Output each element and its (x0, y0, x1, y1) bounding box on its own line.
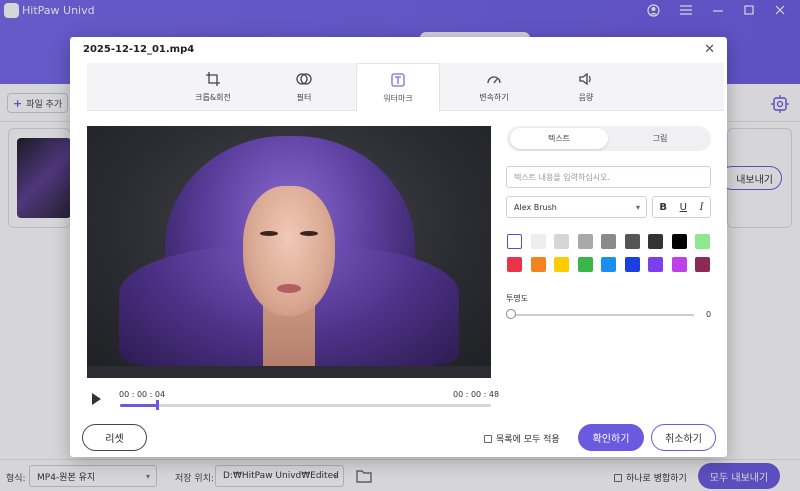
underline-button[interactable]: U (680, 202, 687, 213)
watermark-mode-toggle: 텍스트 그림 (507, 126, 711, 151)
filter-icon (296, 73, 312, 85)
text-format-group: B U I (652, 196, 711, 218)
color-swatch[interactable] (554, 234, 569, 249)
tab-watermark[interactable]: 워터마크 (356, 63, 440, 112)
video-frame-face (243, 186, 335, 316)
color-swatch[interactable] (695, 234, 710, 249)
video-frame-lips (277, 284, 301, 293)
tab-label: 변속하기 (479, 93, 509, 102)
apply-all-checkbox[interactable] (484, 434, 492, 443)
italic-button[interactable]: I (700, 202, 704, 213)
tab-label: 크롭&회전 (195, 93, 231, 102)
opacity-slider-track[interactable] (510, 314, 694, 316)
font-value: Alex Brush (514, 202, 557, 212)
color-swatch[interactable] (624, 234, 640, 249)
video-frame-eye (300, 231, 318, 236)
color-swatch[interactable] (507, 257, 522, 272)
mode-text-button[interactable]: 텍스트 (510, 128, 608, 149)
preview-bottom-strip (87, 366, 491, 378)
tab-label: 음량 (578, 93, 594, 102)
color-swatch[interactable] (577, 257, 593, 272)
cancel-button[interactable]: 취소하기 (651, 424, 716, 451)
volume-icon (579, 72, 591, 86)
crop-icon (206, 72, 220, 86)
color-swatch[interactable] (671, 257, 687, 272)
tab-filter[interactable]: 필터 (262, 63, 346, 111)
apply-all-row[interactable]: 목록에 모두 적용 (484, 432, 560, 445)
dialog-title: 2025-12-12_01.mp4 (83, 44, 195, 55)
confirm-button[interactable]: 확인하기 (578, 424, 644, 451)
opacity-slider-handle[interactable] (506, 309, 516, 319)
color-swatch[interactable] (648, 234, 663, 249)
apply-all-label: 목록에 모두 적용 (496, 435, 560, 445)
reset-button[interactable]: 리셋 (82, 424, 147, 451)
tab-volume[interactable]: 음량 (544, 63, 628, 111)
tab-crop-rotate[interactable]: 크롭&회전 (171, 63, 255, 111)
total-time: 00 : 00 : 48 (453, 390, 500, 399)
color-swatch[interactable] (530, 234, 546, 249)
color-swatch[interactable] (695, 257, 710, 272)
current-time: 00 : 00 : 04 (119, 390, 166, 399)
tab-speed[interactable]: 변속하기 (452, 63, 536, 111)
color-swatch[interactable] (507, 234, 522, 249)
color-swatch[interactable] (601, 234, 616, 249)
tab-label: 필터 (296, 93, 312, 102)
chevron-down-icon: ▾ (635, 203, 640, 212)
edit-tabs: 크롭&회전 필터 워터마크 변속하기 음량 (87, 63, 724, 112)
watermark-icon (391, 72, 405, 87)
play-icon[interactable] (92, 393, 101, 405)
color-swatch[interactable] (624, 257, 640, 272)
color-swatch[interactable] (530, 257, 546, 272)
close-icon[interactable]: ✕ (704, 42, 715, 57)
color-swatch[interactable] (554, 257, 569, 272)
timeline-handle[interactable] (156, 400, 159, 410)
color-swatch[interactable] (648, 257, 663, 272)
bold-button[interactable]: B (659, 202, 667, 213)
speed-icon (487, 76, 501, 84)
color-swatch[interactable] (671, 234, 687, 249)
color-swatch[interactable] (601, 257, 616, 272)
timeline-progress (120, 404, 157, 407)
timeline-track[interactable] (120, 404, 491, 407)
mode-image-button[interactable]: 그림 (611, 128, 709, 149)
font-select[interactable]: Alex Brush ▾ (506, 196, 647, 218)
color-swatch[interactable] (577, 234, 593, 249)
video-frame-eye (260, 231, 278, 236)
watermark-text-input[interactable]: 텍스트 내용을 입력하십시오. (506, 166, 711, 188)
tab-label: 워터마크 (383, 93, 413, 103)
opacity-value: 0 (706, 310, 712, 319)
video-preview (87, 126, 491, 378)
opacity-label: 투명도 (506, 294, 529, 303)
